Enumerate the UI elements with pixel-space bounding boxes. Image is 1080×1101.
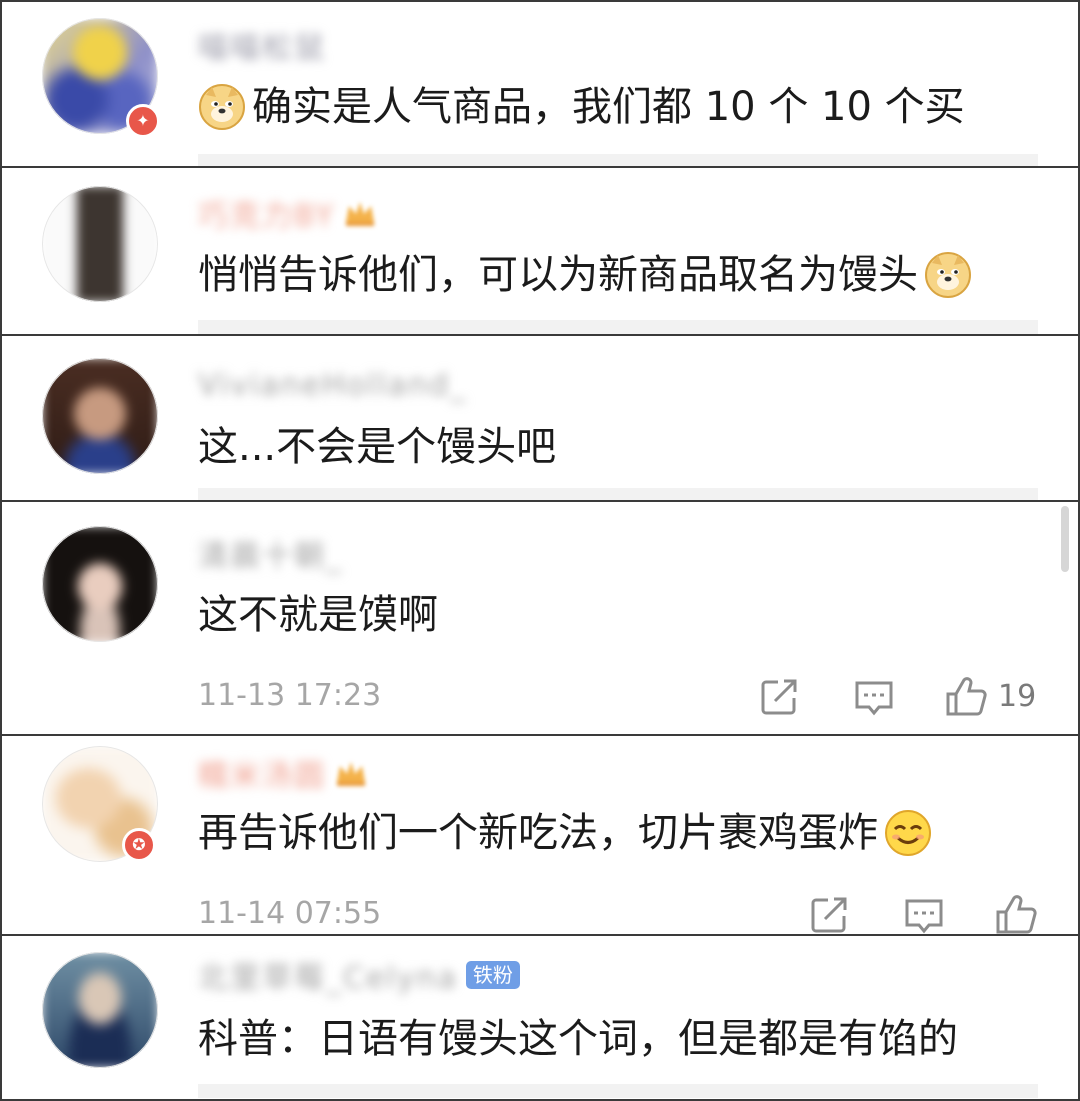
comment-icon bbox=[905, 899, 943, 934]
crown-icon bbox=[346, 202, 375, 226]
divider bbox=[198, 1084, 1038, 1098]
comment-icon bbox=[855, 681, 893, 716]
fan-badge: 铁粉 bbox=[465, 961, 520, 989]
comment-card: ✦ 喵喵松鼠 确实是人气商品，我们都 10 个 10 个买 bbox=[0, 0, 1080, 168]
comment-timestamp: 11-13 17:23 bbox=[198, 678, 382, 713]
doge-emoji-icon bbox=[199, 84, 245, 130]
repost-button[interactable] bbox=[810, 896, 850, 934]
comment-timestamp: 11-14 07:55 bbox=[198, 896, 382, 931]
verified-badge-icon: ✪ bbox=[122, 828, 156, 862]
doge-emoji-icon bbox=[925, 252, 971, 298]
thumbs-up-icon bbox=[946, 677, 987, 716]
username[interactable]: 糯米汤圆 bbox=[198, 756, 368, 794]
verified-badge-icon: ✦ bbox=[126, 104, 160, 138]
comment-card: ✪ 糯米汤圆 再告诉他们一个新吃法，切片裹鸡蛋炸 11-14 07:55 bbox=[0, 734, 1080, 936]
like-button[interactable] bbox=[994, 892, 1038, 934]
like-count: 19 bbox=[998, 678, 1037, 714]
reply-button[interactable] bbox=[854, 680, 894, 718]
comment-card: 清晨十朝_ 这不就是馍啊 11-13 17:23 19 bbox=[0, 500, 1080, 736]
repost-icon bbox=[811, 897, 847, 933]
comment-text: 确实是人气商品，我们都 10 个 10 个买 bbox=[198, 82, 965, 132]
smile-emoji-icon bbox=[885, 810, 931, 856]
avatar[interactable] bbox=[42, 952, 158, 1068]
crown-icon bbox=[337, 762, 365, 786]
username[interactable]: 巧克力BY bbox=[198, 196, 377, 234]
comment-feed: ✦ 喵喵松鼠 确实是人气商品，我们都 10 个 10 个买 巧克力BY 悄悄告诉… bbox=[0, 0, 1080, 1101]
username[interactable]: 清晨十朝_ bbox=[198, 536, 343, 574]
username[interactable]: 喵喵松鼠 bbox=[198, 28, 326, 66]
comment-card: VivianeHolland_ 这...不会是个馒头吧 bbox=[0, 334, 1080, 502]
thumbs-up-icon bbox=[996, 895, 1037, 934]
avatar[interactable] bbox=[42, 526, 158, 642]
avatar[interactable] bbox=[42, 358, 158, 474]
reply-button[interactable] bbox=[904, 898, 944, 934]
comment-text: 这...不会是个馒头吧 bbox=[198, 424, 557, 470]
divider bbox=[198, 320, 1038, 334]
username[interactable]: VivianeHolland_ bbox=[198, 368, 467, 403]
comment-card: 北里草莓_Celyna 铁粉 科普：日语有馒头这个词，但是都是有馅的 bbox=[0, 934, 1080, 1101]
comment-text: 再告诉他们一个新吃法，切片裹鸡蛋炸 bbox=[198, 808, 932, 858]
comment-card: 巧克力BY 悄悄告诉他们，可以为新商品取名为馒头 bbox=[0, 166, 1080, 336]
avatar[interactable] bbox=[42, 186, 158, 302]
repost-button[interactable] bbox=[760, 678, 800, 716]
username[interactable]: 北里草莓_Celyna 铁粉 bbox=[198, 958, 520, 996]
repost-icon bbox=[761, 679, 797, 715]
like-button[interactable]: 19 bbox=[944, 674, 1036, 718]
comment-text: 这不就是馍啊 bbox=[198, 592, 438, 638]
scrollbar[interactable] bbox=[1061, 506, 1069, 572]
comment-text: 悄悄告诉他们，可以为新商品取名为馒头 bbox=[198, 250, 972, 300]
comment-text: 科普：日语有馒头这个词，但是都是有馅的 bbox=[198, 1016, 958, 1062]
